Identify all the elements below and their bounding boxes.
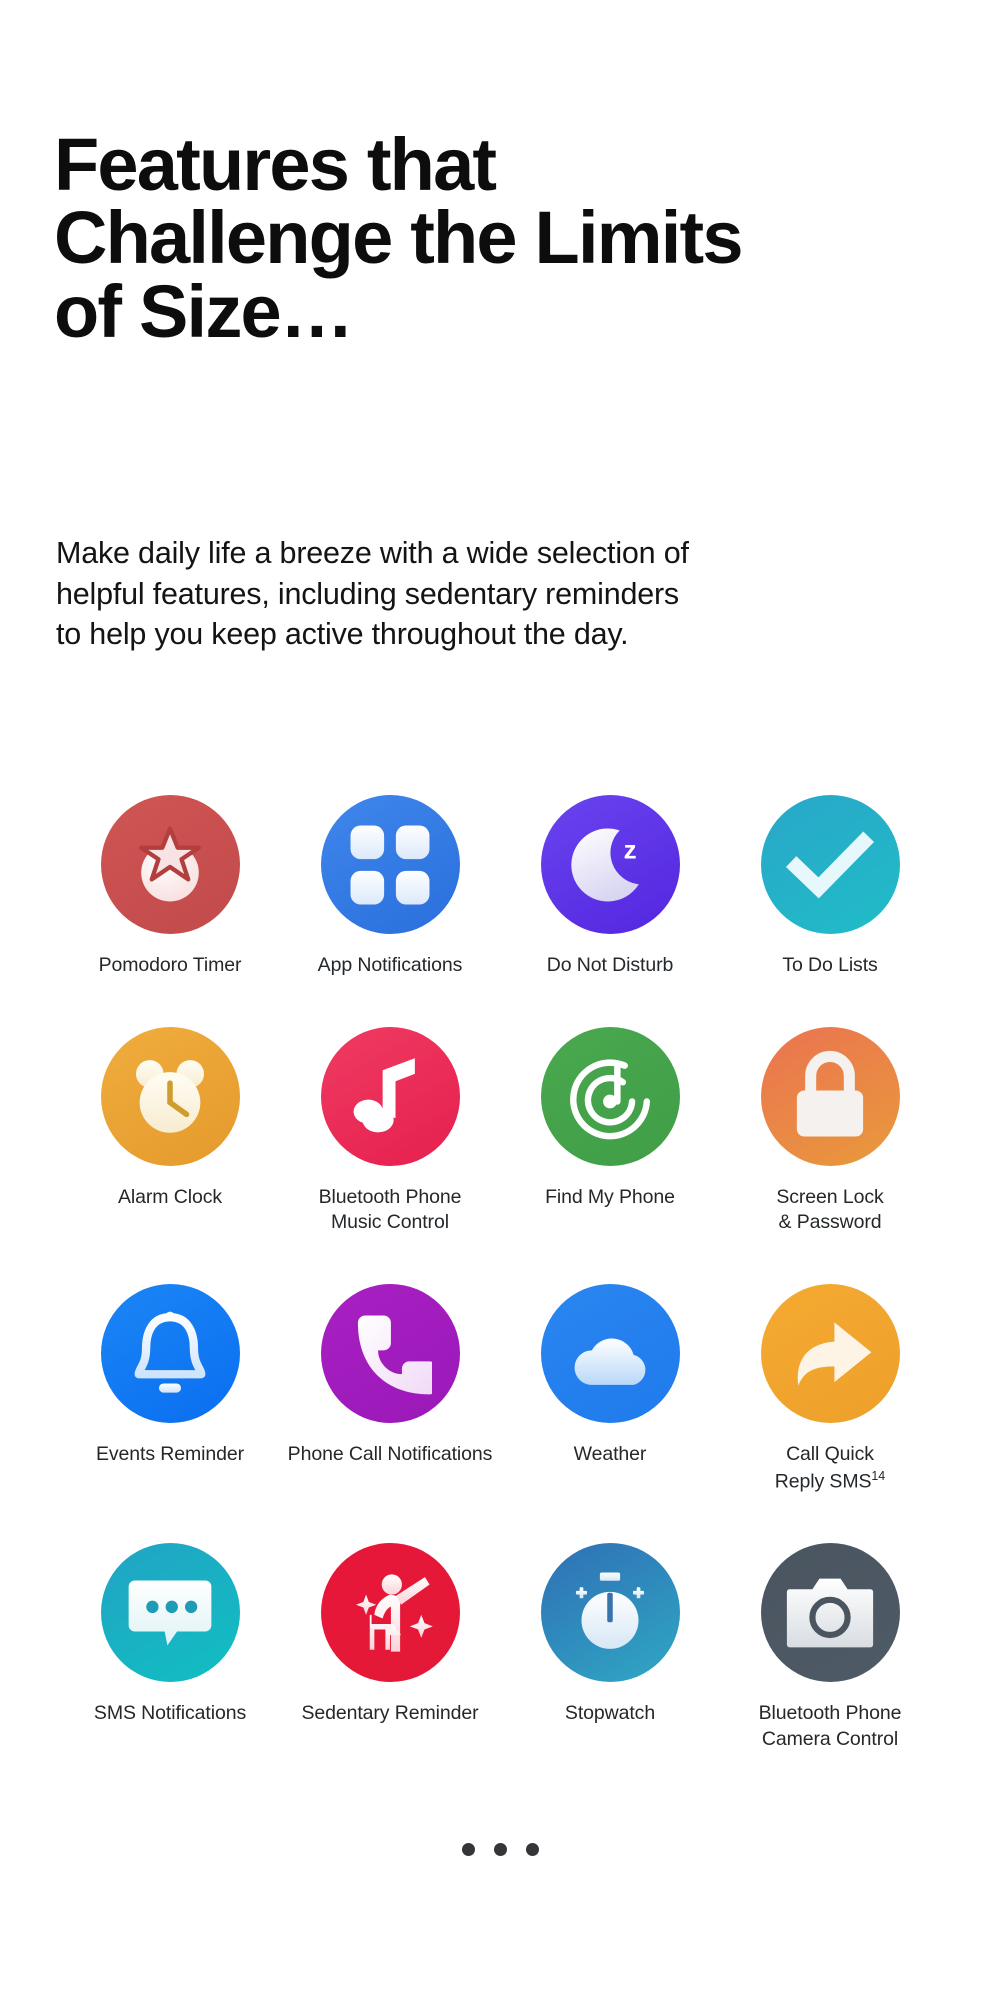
music-note-icon bbox=[320, 1026, 460, 1166]
moon-z-icon: z bbox=[540, 795, 680, 934]
feature-label: SMS Notifications bbox=[93, 1702, 247, 1725]
checkmark-icon bbox=[760, 795, 900, 934]
feature-label: Weather bbox=[573, 1443, 647, 1466]
reply-arrow-icon bbox=[760, 1284, 900, 1424]
feature-label: App Notifications bbox=[317, 954, 463, 976]
padlock-icon bbox=[760, 1026, 900, 1166]
pagination-dots[interactable] bbox=[0, 1843, 1000, 1856]
feature-item[interactable]: Bluetooth Phone Camera Control bbox=[720, 1543, 940, 1752]
stopwatch-icon bbox=[540, 1543, 680, 1683]
feature-label: Stopwatch bbox=[564, 1702, 656, 1725]
feature-label: Sedentary Reminder bbox=[301, 1702, 479, 1725]
feature-item[interactable]: z Do Not Disturb bbox=[500, 795, 720, 979]
feature-item[interactable]: Sedentary Reminder bbox=[280, 1543, 500, 1752]
app-grid-icon bbox=[320, 795, 460, 934]
radar-icon bbox=[540, 1026, 680, 1166]
feature-label: Alarm Clock bbox=[118, 1185, 222, 1208]
feature-grid: Pomodoro Timer App Notifications z Do No… bbox=[60, 795, 940, 1753]
feature-item[interactable]: Pomodoro Timer bbox=[60, 795, 280, 979]
feature-label: Bluetooth Phone Camera Control bbox=[758, 1702, 902, 1750]
svg-text:z: z bbox=[624, 836, 637, 864]
stretching-person-icon bbox=[320, 1543, 460, 1683]
feature-item[interactable]: Events Reminder bbox=[60, 1284, 280, 1495]
feature-item[interactable]: Find My Phone bbox=[500, 1026, 720, 1236]
feature-item[interactable]: Alarm Clock bbox=[60, 1026, 280, 1236]
feature-item[interactable]: To Do Lists bbox=[720, 795, 940, 979]
phone-handset-icon bbox=[320, 1284, 460, 1424]
feature-item[interactable]: App Notifications bbox=[280, 795, 500, 979]
feature-label: Find My Phone bbox=[545, 1185, 675, 1208]
feature-label: Call Quick Reply SMS14 bbox=[774, 1443, 886, 1493]
feature-label: Screen Lock & Password bbox=[776, 1185, 884, 1234]
pagination-dot[interactable] bbox=[461, 1843, 475, 1856]
cloud-moon-icon bbox=[540, 1284, 680, 1424]
feature-item[interactable]: Call Quick Reply SMS14 bbox=[720, 1284, 940, 1495]
chat-bubble-icon bbox=[100, 1543, 240, 1683]
feature-item[interactable]: Bluetooth Phone Music Control bbox=[280, 1026, 500, 1236]
feature-label: Phone Call Notifications bbox=[287, 1443, 493, 1466]
feature-label: Pomodoro Timer bbox=[98, 954, 242, 976]
feature-label: Do Not Disturb bbox=[546, 954, 674, 976]
feature-item[interactable]: Screen Lock & Password bbox=[720, 1026, 940, 1236]
feature-label: To Do Lists bbox=[782, 954, 878, 976]
feature-label: Events Reminder bbox=[95, 1443, 245, 1466]
pagination-dot[interactable] bbox=[493, 1843, 507, 1856]
page-description: Make daily life a breeze with a wide sel… bbox=[56, 536, 689, 652]
feature-item[interactable]: SMS Notifications bbox=[60, 1543, 280, 1752]
feature-item[interactable]: Phone Call Notifications bbox=[280, 1284, 500, 1495]
feature-showcase-page: Features that Challenge the Limits of Si… bbox=[0, 0, 1000, 2001]
pagination-dot[interactable] bbox=[525, 1843, 539, 1856]
camera-icon bbox=[760, 1543, 900, 1683]
bell-icon bbox=[100, 1284, 240, 1424]
footnote-marker: 14 bbox=[871, 1468, 886, 1483]
feature-label: Bluetooth Phone Music Control bbox=[318, 1185, 462, 1234]
page-title: Features that Challenge the Limits of Si… bbox=[54, 123, 743, 353]
feature-item[interactable]: Stopwatch bbox=[500, 1543, 720, 1752]
alarm-clock-icon bbox=[100, 1026, 240, 1166]
tomato-icon bbox=[100, 795, 240, 934]
feature-item[interactable]: Weather bbox=[500, 1284, 720, 1495]
